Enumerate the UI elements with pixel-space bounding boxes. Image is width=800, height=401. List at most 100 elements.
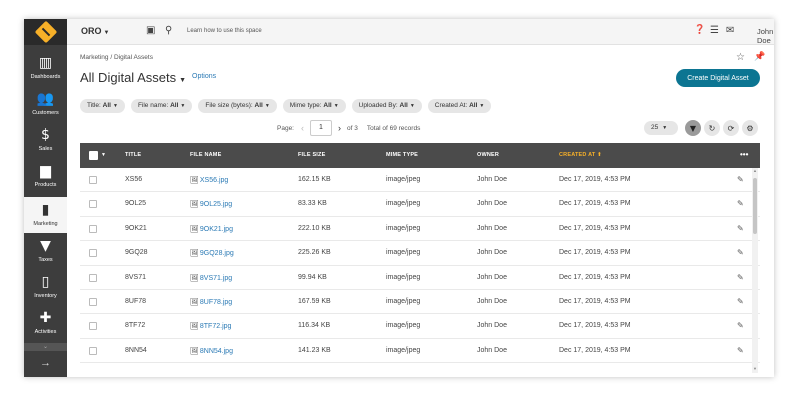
file-link[interactable]: XS56.jpg (200, 177, 228, 184)
cell-owner: John Doe (477, 249, 507, 257)
edit-icon[interactable]: ✎ (737, 314, 744, 338)
caret-down-icon[interactable]: ▼ (101, 143, 106, 168)
refresh-icon[interactable]: ↻ (704, 120, 720, 136)
cell-file-name[interactable]: 🖼9OL25.jpg (190, 192, 232, 216)
page-title[interactable]: All Digital Assets ▼ (80, 70, 186, 85)
filter-file-name[interactable]: File name: All ▼ (130, 99, 193, 113)
options-link[interactable]: Options (192, 73, 216, 80)
cell-file-name[interactable]: 🖼8UF78.jpg (190, 290, 232, 314)
row-checkbox[interactable] (89, 176, 97, 184)
search-icon[interactable]: ⚲ (165, 25, 172, 36)
sidebar-item-label: Sales (38, 146, 53, 152)
file-link[interactable]: 8NN54.jpg (200, 348, 233, 355)
scroll-up-icon[interactable]: ▲ (752, 168, 758, 174)
cell-file-name[interactable]: 🖼8TF72.jpg (190, 314, 231, 338)
file-link[interactable]: 9GQ28.jpg (200, 250, 234, 257)
breadcrumb: Marketing / Digital Assets (80, 54, 153, 61)
row-checkbox[interactable] (89, 200, 97, 209)
column-header-file-size[interactable]: FILE SIZE (298, 143, 325, 168)
table-row[interactable]: 9GQ28 🖼9GQ28.jpg 225.26 KB image/jpeg John D… (80, 241, 760, 266)
column-header-mime-type[interactable]: MIME TYPE (386, 143, 418, 168)
table-row[interactable]: 8UF78 🖼8UF78.jpg 167.59 KB image/jpeg John D… (80, 289, 760, 315)
sidebar-expand-arrow-icon[interactable]: → (24, 353, 67, 373)
org-switcher[interactable]: ORO ▼ (81, 26, 109, 36)
sidebar-item-products[interactable]: ▆ Products (24, 158, 67, 194)
cell-file-name[interactable]: 🖼8NN54.jpg (190, 339, 233, 363)
table-row[interactable]: 8TF72 🖼8TF72.jpg 116.34 KB image/jpeg John D… (80, 314, 760, 339)
scroll-down-icon[interactable]: ▼ (752, 366, 758, 372)
cell-file-name[interactable]: 🖼XS56.jpg (190, 168, 228, 192)
gear-icon[interactable]: ⚙ (742, 120, 758, 136)
file-link[interactable]: 9OK21.jpg (200, 226, 233, 233)
column-header-title[interactable]: TITLE (125, 143, 141, 168)
cell-created-at: Dec 17, 2019, 4:53 PM (559, 224, 631, 232)
user-menu[interactable]: John Doe (757, 27, 774, 45)
filter-mime-type[interactable]: Mime type: All ▼ (282, 99, 346, 113)
mail-icon[interactable]: ✉ (726, 25, 734, 36)
file-link[interactable]: 8VS71.jpg (200, 275, 232, 282)
pin-icon[interactable]: 📌 (754, 52, 765, 62)
table-row[interactable]: 9OK21 🖼9OK21.jpg 222.10 KB image/jpeg John D… (80, 216, 760, 242)
column-header-created-at[interactable]: CREATED AT ⬆ (559, 143, 602, 168)
edit-icon[interactable]: ✎ (737, 339, 744, 363)
filter-file-size-bytes[interactable]: File size (bytes): All ▼ (198, 99, 277, 113)
row-checkbox[interactable] (89, 297, 97, 306)
next-page-icon[interactable]: › (338, 123, 341, 133)
scroll-thumb[interactable] (753, 178, 757, 234)
sidebar-item-label: Inventory (34, 293, 57, 299)
create-digital-asset-button[interactable]: Create Digital Asset (676, 69, 760, 87)
row-checkbox[interactable] (89, 346, 97, 355)
filter-uploaded-by[interactable]: Uploaded By: All ▼ (351, 99, 422, 113)
column-header-owner[interactable]: OWNER (477, 143, 499, 168)
total-records: Total of 69 records (366, 124, 421, 132)
sidebar-item-marketing[interactable]: ▮ Marketing (24, 197, 67, 233)
table-row[interactable]: 9OL25 🖼9OL25.jpg 83.33 KB image/jpeg John Do… (80, 192, 760, 217)
edit-icon[interactable]: ✎ (737, 266, 744, 290)
file-link[interactable]: 8UF78.jpg (200, 299, 232, 306)
image-icon[interactable]: ▣ (146, 25, 155, 36)
learn-link[interactable]: Learn how to use this space (187, 28, 262, 34)
grid-actions-menu[interactable]: ••• (740, 143, 748, 166)
reset-icon[interactable]: ⟳ (723, 120, 739, 136)
row-checkbox[interactable] (89, 249, 97, 258)
page-size-select[interactable]: 25 ▼ (644, 121, 678, 135)
file-link[interactable]: 9OL25.jpg (200, 201, 232, 208)
edit-icon[interactable]: ✎ (737, 168, 744, 192)
filter-toggle-icon[interactable]: ▼ (685, 120, 701, 136)
sidebar-item-label: Dashboards (30, 74, 61, 80)
row-checkbox[interactable] (89, 322, 97, 331)
table-row[interactable]: XS56 🖼XS56.jpg 162.15 KB image/jpeg John Doe… (80, 168, 760, 193)
column-header-file-name[interactable]: FILE NAME (190, 143, 221, 168)
edit-icon[interactable]: ✎ (737, 290, 744, 314)
cell-file-size: 222.10 KB (298, 224, 331, 232)
column-header-label: OWNER (477, 152, 500, 158)
file-link[interactable]: 8TF72.jpg (200, 323, 232, 330)
grid-scrollbar[interactable]: ▲ ▼ (752, 168, 758, 373)
sidebar-item-dashboards[interactable]: ▥ Dashboards (24, 50, 67, 86)
filter-created-at[interactable]: Created At: All ▼ (427, 99, 492, 113)
sidebar-item-customers[interactable]: 👥 Customers (24, 86, 67, 122)
edit-icon[interactable]: ✎ (737, 241, 744, 265)
oro-logo[interactable] (24, 19, 67, 45)
row-checkbox[interactable] (89, 224, 97, 233)
star-icon[interactable]: ☆ (736, 52, 745, 63)
menu-icon[interactable]: ☰ (710, 25, 719, 36)
select-all-checkbox[interactable] (89, 151, 98, 160)
sidebar-item-inventory[interactable]: ▯ Inventory (24, 269, 67, 305)
table-row[interactable]: 8NN54 🖼8NN54.jpg 141.23 KB image/jpeg John D… (80, 338, 760, 364)
row-checkbox[interactable] (89, 273, 97, 282)
sidebar-item-taxes[interactable]: ▼ Taxes (24, 233, 67, 269)
sidebar-item-sales[interactable]: $ Sales (24, 122, 67, 158)
sidebar-item-activities[interactable]: ✚ Activities (24, 305, 67, 341)
cell-file-name[interactable]: 🖼9OK21.jpg (190, 217, 233, 241)
help-icon[interactable]: ❓ (694, 25, 705, 35)
filter-title[interactable]: Title: All ▼ (80, 99, 125, 113)
sidebar-scroll-down-icon[interactable]: ⌄ (24, 343, 67, 351)
prev-page-icon[interactable]: ‹ (301, 123, 304, 133)
cell-file-name[interactable]: 🖼9GQ28.jpg (190, 241, 234, 265)
page-number-input[interactable]: 1 (310, 120, 332, 136)
edit-icon[interactable]: ✎ (737, 217, 744, 241)
edit-icon[interactable]: ✎ (737, 192, 744, 216)
table-row[interactable]: 8VS71 🖼8VS71.jpg 99.94 KB image/jpeg John Do… (80, 265, 760, 290)
cell-file-name[interactable]: 🖼8VS71.jpg (190, 266, 232, 290)
